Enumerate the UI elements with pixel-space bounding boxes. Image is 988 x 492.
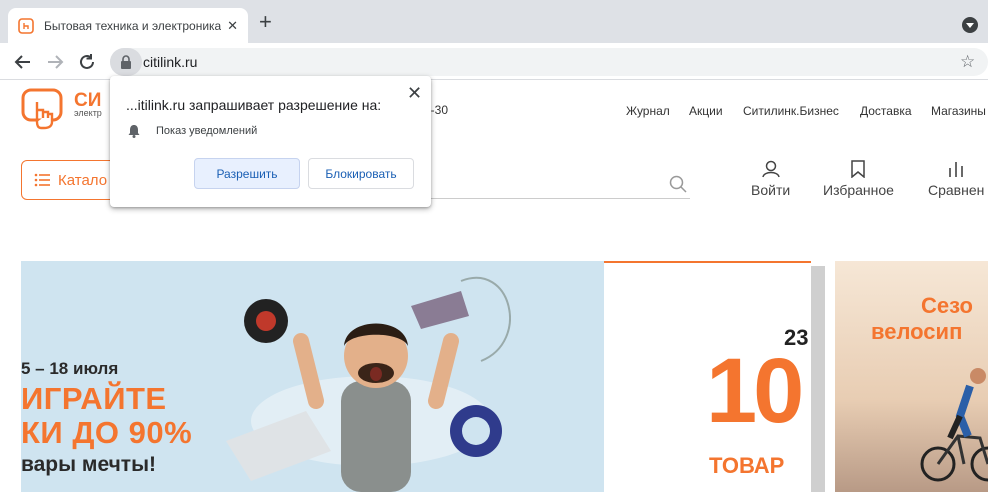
nav-link-business[interactable]: Ситилинк.Бизнес	[743, 104, 839, 118]
reload-icon[interactable]	[76, 51, 98, 73]
nav-link-promo[interactable]: Акции	[689, 104, 723, 118]
lock-icon	[121, 55, 131, 69]
promo-banner-right-panel[interactable]: 23 10 ТОВАР	[604, 261, 811, 492]
tab-title: Бытовая техника и электроника	[44, 18, 222, 33]
favorites-button[interactable]: Избранное	[823, 160, 894, 198]
nav-link-journal[interactable]: Журнал	[626, 104, 670, 118]
cyclist-illustration	[920, 368, 988, 482]
list-icon	[34, 173, 50, 187]
close-icon[interactable]: ✕	[407, 83, 422, 104]
nav-link-stores[interactable]: Магазины	[931, 104, 986, 118]
new-tab-button[interactable]: +	[259, 11, 272, 33]
nav-link-delivery[interactable]: Доставка	[860, 104, 912, 118]
promo-headline-1: ИГРАЙТЕ	[21, 381, 167, 416]
tab-search-icon[interactable]	[962, 17, 978, 33]
promo-subtitle: вары мечты!	[21, 453, 157, 476]
user-icon	[761, 160, 780, 178]
permission-dialog-title: ...itilink.ru запрашивает разрешение на:	[126, 97, 382, 113]
logo-subtitle: электр	[74, 108, 102, 118]
compare-icon	[949, 162, 963, 177]
bicycles-headline-1: Сезо	[921, 293, 973, 318]
address-bar[interactable]: citilink.ru ☆	[110, 48, 988, 76]
bell-icon	[128, 125, 140, 138]
block-button[interactable]: Блокировать	[308, 158, 414, 189]
banner-stack-shadow	[811, 266, 825, 492]
search-input[interactable]	[430, 198, 690, 199]
bicycles-headline-2: велосип	[871, 319, 963, 344]
promo-illustration	[226, 277, 511, 492]
bookmark-star-icon[interactable]: ☆	[960, 52, 975, 72]
notification-permission-dialog: ...itilink.ru запрашивает разрешение на:…	[110, 76, 431, 207]
catalog-label: Катало	[58, 171, 108, 189]
url-text: citilink.ru	[143, 54, 198, 70]
promo-goods-word: ТОВАР	[709, 453, 785, 478]
promo-banner-main[interactable]: 5 – 18 июля ИГРАЙТЕ КИ ДО 90% вары мечты…	[21, 261, 604, 492]
search-icon[interactable]	[669, 175, 687, 193]
browser-toolbar: citilink.ru ☆	[0, 43, 988, 80]
browser-tab[interactable]: Бытовая техника и электроника ✕	[8, 8, 248, 43]
promo-headline-2: КИ ДО 90%	[21, 415, 193, 450]
permission-item-notifications: Показ уведомлений	[156, 125, 258, 137]
citilink-logo-icon[interactable]	[21, 88, 65, 130]
bookmark-icon	[851, 160, 866, 178]
forward-arrow-icon[interactable]	[44, 51, 66, 73]
login-label: Войти	[751, 182, 791, 198]
site-info-button[interactable]	[110, 48, 142, 76]
back-arrow-icon[interactable]	[12, 51, 34, 73]
login-button[interactable]: Войти	[751, 160, 790, 198]
allow-button[interactable]: Разрешить	[194, 158, 300, 189]
tab-strip: Бытовая техника и электроника ✕ +	[0, 0, 988, 43]
favorites-label: Избранное	[823, 182, 894, 198]
compare-label: Сравнен	[928, 182, 985, 198]
citilink-favicon-icon	[18, 17, 34, 34]
compare-button[interactable]: Сравнен	[928, 160, 984, 198]
promo-date: 5 – 18 июля	[21, 359, 119, 378]
tab-close-icon[interactable]: ✕	[227, 18, 238, 34]
promo-banner-bicycles[interactable]: Сезо велосип	[835, 261, 988, 492]
promo-number-big: 10	[706, 340, 804, 442]
